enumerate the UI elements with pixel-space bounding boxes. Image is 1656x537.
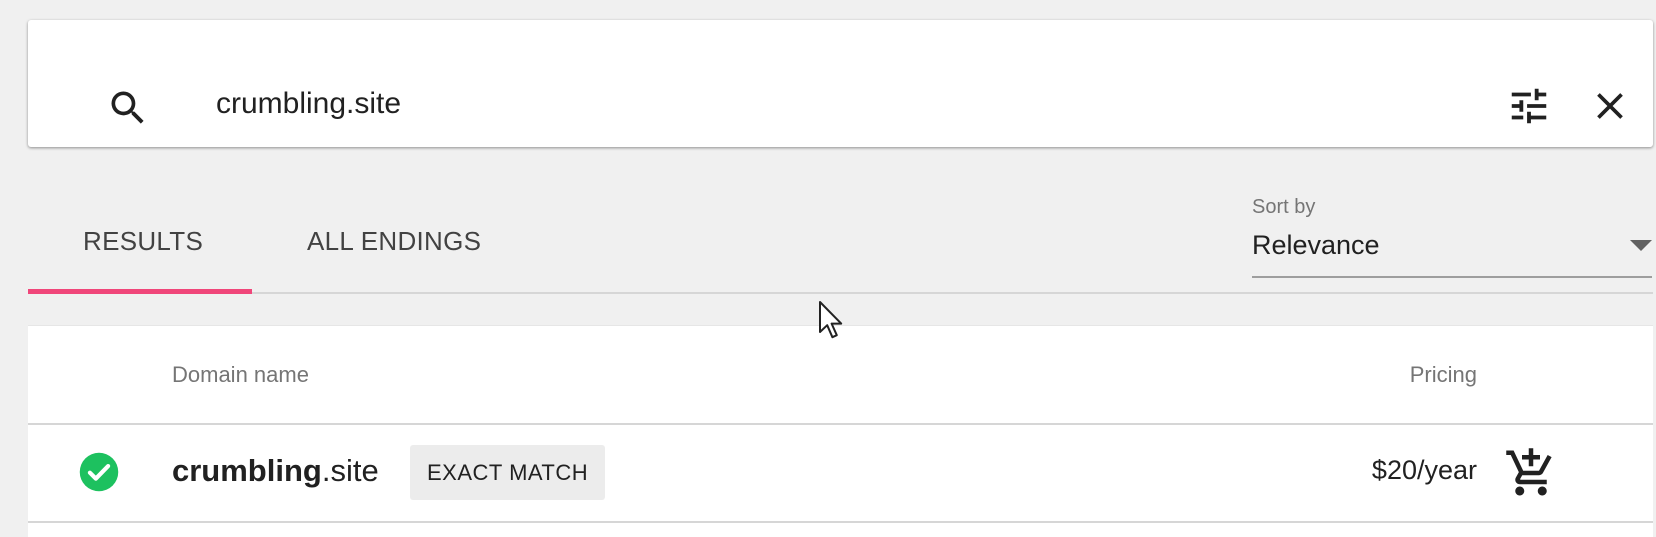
exact-match-badge: EXACT MATCH — [410, 445, 606, 500]
check-circle-icon — [78, 451, 120, 493]
column-header-pricing: Pricing — [1409, 362, 1477, 387]
close-icon[interactable] — [1584, 80, 1636, 132]
column-header-domain: Domain name — [172, 362, 309, 387]
sort-label: Sort by — [1252, 196, 1316, 218]
domain-search-page: RESULTS ALL ENDINGS Sort by Relevance Do… — [0, 0, 1656, 537]
results-table: Domain name Pricing crumbling.site EXACT… — [28, 325, 1653, 537]
mouse-pointer-icon — [818, 300, 846, 340]
sort-value: Relevance — [1252, 230, 1380, 260]
add-to-cart-icon[interactable] — [1504, 446, 1558, 500]
sort-select[interactable]: Sort by Relevance — [1252, 196, 1652, 278]
dropdown-arrow-icon — [1630, 240, 1652, 251]
domain-sld: crumbling — [172, 453, 322, 488]
domain-name[interactable]: crumbling.site — [172, 453, 379, 489]
table-header: Domain name Pricing — [28, 326, 1653, 425]
search-input[interactable] — [216, 80, 1366, 128]
search-bar — [28, 20, 1653, 147]
table-row[interactable]: crumbling.site EXACT MATCH $20/year — [28, 424, 1653, 523]
domain-price: $20/year — [1371, 455, 1477, 485]
domain-tld: .site — [321, 453, 379, 488]
active-tab-indicator — [28, 289, 252, 294]
tab-all-endings[interactable]: ALL ENDINGS — [307, 226, 481, 257]
tab-results[interactable]: RESULTS — [83, 226, 203, 257]
tune-icon[interactable] — [1503, 80, 1555, 132]
search-icon[interactable] — [106, 86, 150, 130]
